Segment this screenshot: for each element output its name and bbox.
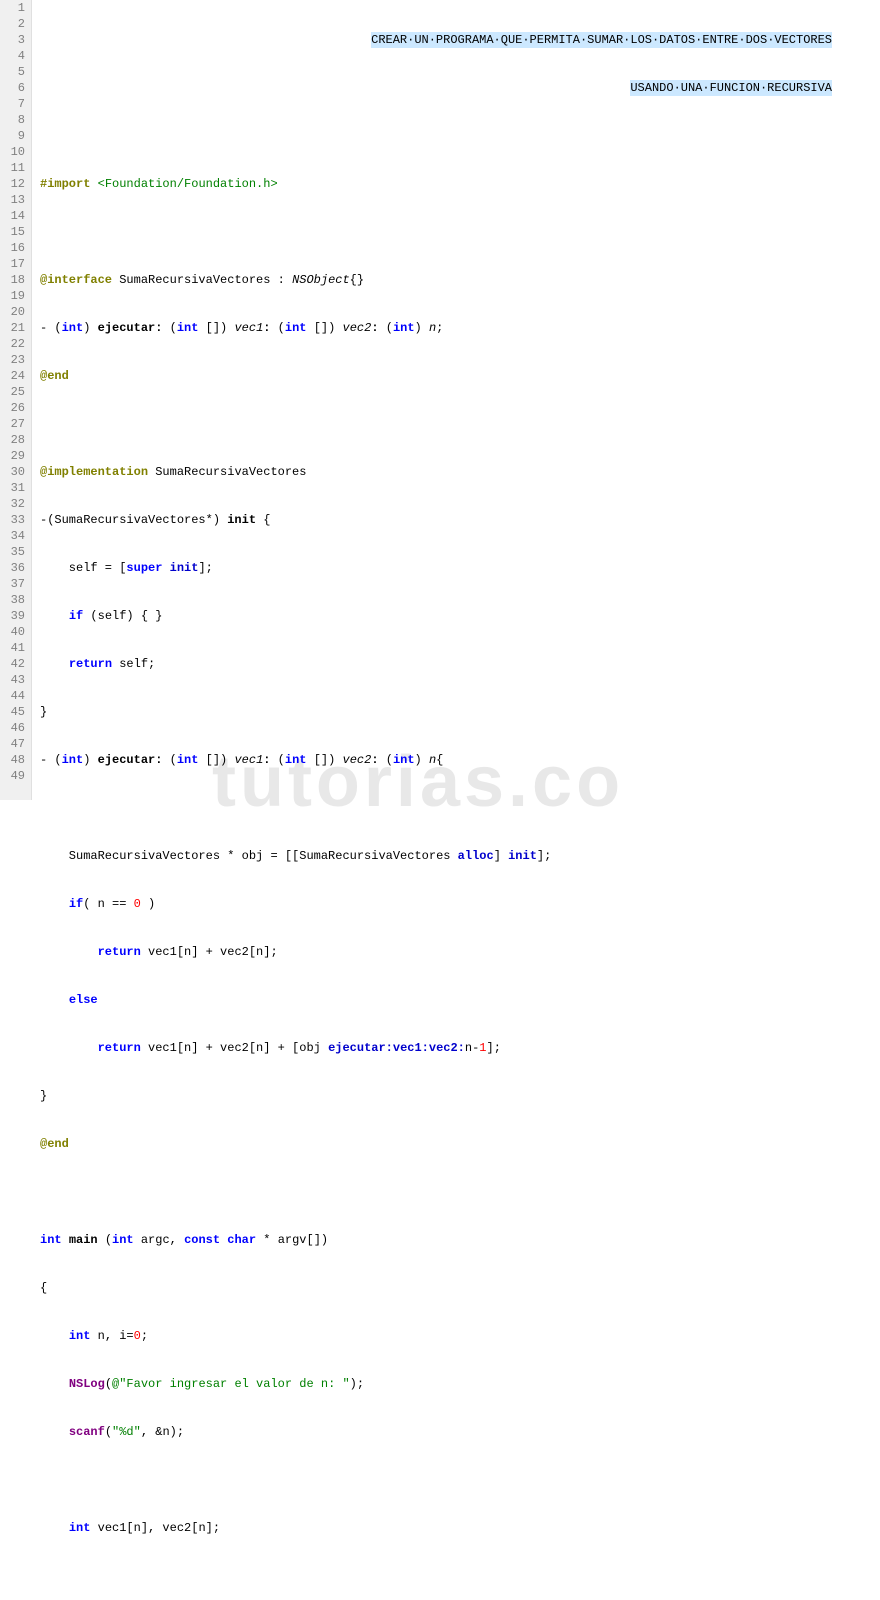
line-number: 43 xyxy=(6,672,25,688)
line-number: 15 xyxy=(6,224,25,240)
line-number: 42 xyxy=(6,656,25,672)
line-number-gutter: 1234567891011121314151617181920212223242… xyxy=(0,0,32,800)
line-number: 29 xyxy=(6,448,25,464)
line-number: 10 xyxy=(6,144,25,160)
line-number: 33 xyxy=(6,512,25,528)
line-number: 27 xyxy=(6,416,25,432)
line-number: 23 xyxy=(6,352,25,368)
selected-text-line2[interactable]: USANDO·UNA·FUNCION·RECURSIVA xyxy=(630,80,832,96)
line-number: 48 xyxy=(6,752,25,768)
selected-text-line1[interactable]: CREAR·UN·PROGRAMA·QUE·PERMITA·SUMAR·LOS·… xyxy=(371,32,832,48)
line-number: 31 xyxy=(6,480,25,496)
import-path: <Foundation/Foundation.h> xyxy=(98,177,278,191)
line-number: 28 xyxy=(6,432,25,448)
line-number: 16 xyxy=(6,240,25,256)
line-number: 6 xyxy=(6,80,25,96)
line-number: 24 xyxy=(6,368,25,384)
line-number: 40 xyxy=(6,624,25,640)
line-number: 35 xyxy=(6,544,25,560)
line-number: 47 xyxy=(6,736,25,752)
import-directive: #import xyxy=(40,177,90,191)
line-number: 46 xyxy=(6,720,25,736)
code-area[interactable]: CREAR·UN·PROGRAMA·QUE·PERMITA·SUMAR·LOS·… xyxy=(32,0,880,800)
watermark: tutorias.co xyxy=(212,774,624,790)
line-number: 41 xyxy=(6,640,25,656)
line-number: 34 xyxy=(6,528,25,544)
line-number: 32 xyxy=(6,496,25,512)
line-number: 38 xyxy=(6,592,25,608)
line-number: 20 xyxy=(6,304,25,320)
line-number: 30 xyxy=(6,464,25,480)
line-number: 11 xyxy=(6,160,25,176)
line-number: 3 xyxy=(6,32,25,48)
line-number: 25 xyxy=(6,384,25,400)
line-number: 14 xyxy=(6,208,25,224)
line-number: 49 xyxy=(6,768,25,784)
line-number: 2 xyxy=(6,16,25,32)
line-number: 18 xyxy=(6,272,25,288)
line-number: 5 xyxy=(6,64,25,80)
line-number: 44 xyxy=(6,688,25,704)
code-editor: 1234567891011121314151617181920212223242… xyxy=(0,0,880,800)
line-number: 21 xyxy=(6,320,25,336)
line-number: 9 xyxy=(6,128,25,144)
line-number: 8 xyxy=(6,112,25,128)
line-number: 36 xyxy=(6,560,25,576)
line-number: 13 xyxy=(6,192,25,208)
line-number: 7 xyxy=(6,96,25,112)
line-number: 22 xyxy=(6,336,25,352)
line-number: 26 xyxy=(6,400,25,416)
line-number: 39 xyxy=(6,608,25,624)
line-number: 17 xyxy=(6,256,25,272)
line-number: 12 xyxy=(6,176,25,192)
line-number: 19 xyxy=(6,288,25,304)
line-number: 45 xyxy=(6,704,25,720)
line-number: 37 xyxy=(6,576,25,592)
line-number: 1 xyxy=(6,0,25,16)
line-number: 4 xyxy=(6,48,25,64)
